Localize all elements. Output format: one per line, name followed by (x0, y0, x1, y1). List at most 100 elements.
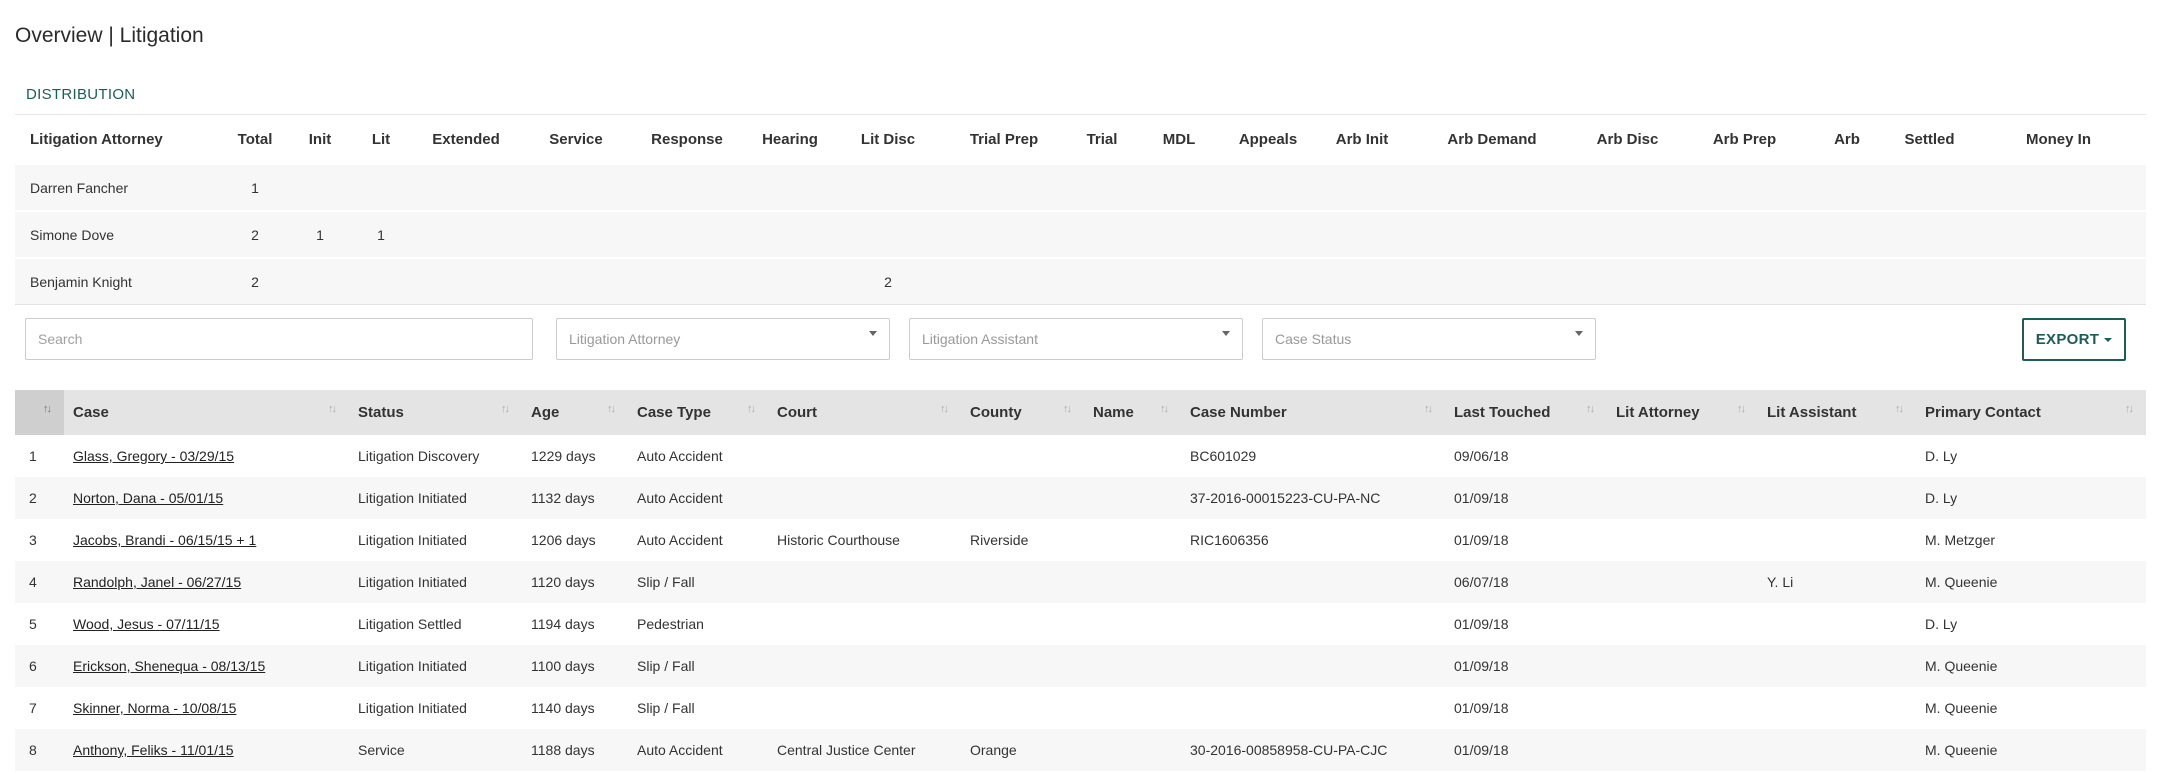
name-cell (1084, 561, 1181, 603)
distribution-count (1683, 210, 1806, 258)
distribution-count (838, 163, 938, 211)
distribution-count (1888, 257, 1971, 305)
case-link[interactable]: Erickson, Shenequa - 08/13/15 (73, 658, 265, 674)
county-cell (961, 561, 1084, 603)
lit-assistant-cell (1758, 687, 1916, 729)
distribution-count: 1 (350, 210, 412, 258)
lit-attorney-cell (1607, 687, 1758, 729)
last-touched-cell: 01/09/18 (1445, 645, 1607, 687)
case-link[interactable]: Norton, Dana - 05/01/15 (73, 490, 223, 506)
distribution-count (1134, 257, 1224, 305)
cases-column-header[interactable]: Age ↑↓ (522, 390, 628, 435)
cases-column-header[interactable]: Primary Contact ↑↓ (1916, 390, 2146, 435)
distribution-count (520, 210, 632, 258)
lit-attorney-cell (1607, 477, 1758, 519)
case-link[interactable]: Skinner, Norma - 10/08/15 (73, 700, 236, 716)
distribution-table-container: Litigation Attorney Total Init Lit Extended S… (15, 114, 2146, 305)
last-touched-cell: 01/09/18 (1445, 729, 1607, 771)
table-row[interactable]: 4 Randolph, Janel - 06/27/15 Litigation In… (15, 561, 2146, 603)
index-column-header[interactable]: ↑↓ (15, 390, 64, 435)
table-row[interactable]: 3 Jacobs, Brandi - 06/15/15 + 1 Litigation… (15, 519, 2146, 561)
table-row[interactable]: 1 Glass, Gregory - 03/29/15 Litigation Dis… (15, 435, 2146, 477)
county-cell (961, 603, 1084, 645)
lit-assistant-cell (1758, 729, 1916, 771)
distribution-count (1806, 210, 1888, 258)
litigation-attorney-select[interactable]: Litigation Attorney (556, 318, 890, 360)
last-touched-cell: 09/06/18 (1454, 448, 1509, 464)
sort-arrows-icon: ↑↓ (1063, 403, 1072, 415)
litigation-assistant-select[interactable]: Litigation Assistant (909, 318, 1243, 360)
cases-column-header[interactable]: Status ↑↓ (349, 390, 522, 435)
cases-column-header[interactable]: Case Number ↑↓ (1181, 390, 1445, 435)
county-cell (961, 435, 1084, 477)
cases-column-header[interactable]: Case ↑↓ (64, 390, 349, 435)
table-row[interactable]: 7 Skinner, Norma - 10/08/15 Litigation Ini… (15, 687, 2146, 729)
distribution-row: Benjamin Knight 2 2 (15, 257, 2146, 305)
case-status-select[interactable]: Case Status (1262, 318, 1596, 360)
cases-column-header[interactable]: Lit Attorney ↑↓ (1607, 390, 1758, 435)
name-cell (1084, 519, 1181, 561)
case-link[interactable]: Glass, Gregory - 03/29/15 (73, 448, 234, 464)
distribution-count (1572, 163, 1683, 211)
cases-column-header[interactable]: Name ↑↓ (1084, 390, 1181, 435)
distribution-column-header: Arb Init (1335, 130, 1389, 148)
county-cell (961, 687, 1084, 729)
attorney-name: Benjamin Knight (15, 257, 220, 305)
distribution-count (1683, 257, 1806, 305)
distribution-count (1888, 210, 1971, 258)
cases-column-header[interactable]: Last Touched ↑↓ (1445, 390, 1607, 435)
distribution-column-header: Lit (371, 130, 391, 148)
case-link-cell: Norton, Dana - 05/01/15 (64, 477, 349, 519)
case-number-cell (1181, 561, 1445, 603)
column-header-label: Age (531, 404, 560, 421)
table-row[interactable]: 5 Wood, Jesus - 07/11/15 Litigation Settle… (15, 603, 2146, 645)
table-row[interactable]: 8 Anthony, Feliks - 11/01/15 Service 1188 d… (15, 729, 2146, 771)
distribution-row: Simone Dove 2 1 1 (15, 210, 2146, 258)
lit-attorney-cell (1607, 561, 1758, 603)
table-row[interactable]: 2 Norton, Dana - 05/01/15 Litigation Initi… (15, 477, 2146, 519)
search-input[interactable] (25, 318, 533, 360)
column-header-label: Lit Attorney (1616, 404, 1700, 421)
primary-contact-cell: D. Ly (1925, 616, 1958, 632)
court-cell (768, 561, 961, 603)
distribution-count (1312, 210, 1412, 258)
sort-arrows-icon: ↑↓ (1160, 403, 1169, 415)
distribution-count (290, 257, 350, 305)
case-link[interactable]: Wood, Jesus - 07/11/15 (73, 616, 220, 632)
distribution-count (1888, 163, 1971, 211)
cases-column-header[interactable]: Lit Assistant ↑↓ (1758, 390, 1916, 435)
case-link[interactable]: Randolph, Janel - 06/27/15 (73, 574, 241, 590)
case-type-cell: Pedestrian (637, 616, 704, 632)
case-link[interactable]: Anthony, Feliks - 11/01/15 (73, 742, 234, 758)
lit-attorney-cell (1607, 519, 1758, 561)
cases-column-header[interactable]: Case Type ↑↓ (628, 390, 768, 435)
distribution-count: 1 (220, 163, 290, 211)
case-link-cell: Randolph, Janel - 06/27/15 (64, 561, 349, 603)
distribution-column-header: Trial Prep (969, 130, 1039, 148)
cases-column-header[interactable]: Court ↑↓ (768, 390, 961, 435)
litigation-assistant-select-label: Litigation Assistant (922, 331, 1038, 347)
case-link[interactable]: Jacobs, Brandi - 06/15/15 + 1 (73, 532, 256, 548)
row-index-cell: 3 (29, 532, 37, 548)
case-age-cell: 1120 days (522, 561, 628, 603)
distribution-count: 2 (838, 257, 938, 305)
case-age-cell: 1100 days (522, 645, 628, 687)
cases-header-row: ↑↓ Case ↑↓ Status ↑↓ Age ↑↓ Case Type ↑↓ Court ↑↓… (15, 390, 2146, 435)
court-cell (768, 687, 961, 729)
distribution-count (520, 257, 632, 305)
table-row[interactable]: 6 Erickson, Shenequa - 08/13/15 Litigation… (15, 645, 2146, 687)
distribution-count (1224, 210, 1312, 258)
case-status-cell: Litigation Initiated (358, 532, 467, 548)
distribution-count (632, 210, 742, 258)
cases-column-header[interactable]: County ↑↓ (961, 390, 1084, 435)
case-type-cell: Slip / Fall (628, 645, 768, 687)
distribution-column-header: Response (651, 130, 723, 148)
case-status-cell: Litigation Initiated (349, 477, 522, 519)
case-type-cell: Auto Accident (637, 532, 723, 548)
name-cell (1084, 435, 1181, 477)
distribution-count (1971, 210, 2146, 258)
export-button[interactable]: EXPORT (2022, 318, 2126, 361)
distribution-count (1806, 163, 1888, 211)
primary-contact-cell: M. Queenie (1925, 700, 1998, 716)
lit-assistant-cell (1758, 519, 1916, 561)
